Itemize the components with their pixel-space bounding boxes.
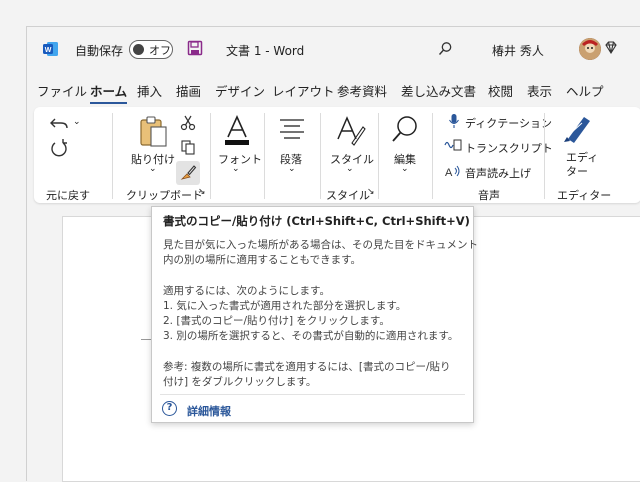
user-avatar[interactable]: [579, 38, 601, 60]
group-separator: [432, 113, 433, 199]
avatar-image: [579, 38, 601, 60]
tab-mailings[interactable]: 差し込み文書: [401, 81, 476, 100]
transcribe-label[interactable]: トランスクリプト: [465, 140, 553, 156]
editor-group-label: エディター: [557, 189, 612, 202]
cut-scissors-icon[interactable]: [180, 115, 196, 131]
tooltip-step-1: 1. 気に入った書式が適用された部分を選択します。: [163, 300, 407, 312]
autosave-toggle[interactable]: オフ: [129, 40, 173, 59]
group-separator: [210, 113, 211, 199]
tooltip-note-line2: 付け] をダブルクリックします。: [163, 376, 317, 388]
tab-references[interactable]: 参考資料: [337, 81, 387, 100]
paragraph-dropdown-chevron-icon[interactable]: ⌄: [288, 164, 296, 174]
edit-dropdown-chevron-icon[interactable]: ⌄: [401, 164, 409, 174]
tooltip-how-title: 適用するには、次のようにします。: [163, 285, 330, 297]
toggle-knob: [133, 44, 144, 55]
voice-group-label: 音声: [478, 189, 500, 202]
format-painter-tooltip: 書式のコピー/貼り付け (Ctrl+Shift+C, Ctrl+Shift+V)…: [151, 206, 478, 423]
editor-pen-icon[interactable]: [562, 113, 594, 145]
user-name[interactable]: 椿井 秀人: [492, 42, 544, 59]
tab-layout[interactable]: レイアウト: [272, 81, 335, 100]
tab-help[interactable]: ヘルプ: [566, 81, 604, 100]
tooltip-divider: [160, 394, 465, 395]
svg-text:A: A: [445, 167, 453, 178]
save-icon[interactable]: [187, 40, 203, 56]
tab-file[interactable]: ファイル: [37, 81, 87, 100]
tooltip-step-3: 3. 別の場所を選択すると、その書式が自動的に適用されます。: [163, 330, 459, 342]
tab-insert[interactable]: 挿入: [137, 81, 162, 100]
clipboard-launcher-icon[interactable]: ↘: [198, 187, 206, 197]
menu-bar: ファイル ホーム 挿入 描画 デザイン レイアウト 参考資料 差し込み文書 校閲…: [27, 77, 640, 104]
group-separator: [320, 113, 321, 199]
group-separator: [264, 113, 265, 199]
transcribe-icon[interactable]: [444, 138, 462, 152]
font-dropdown-chevron-icon[interactable]: ⌄: [232, 164, 240, 174]
autosave-label: 自動保存: [75, 44, 124, 58]
font-A-icon[interactable]: [222, 115, 252, 145]
tooltip-desc-line1: 見た目が気に入った場所がある場合は、その見た目をドキュメント: [163, 239, 478, 251]
microphone-icon[interactable]: [448, 113, 460, 129]
tab-design[interactable]: デザイン: [215, 81, 265, 100]
tooltip-note-line1: 参考: 複数の場所に書式を適用するには、[書式のコピー/貼り: [163, 361, 451, 373]
tooltip-step-2: 2. [書式のコピー/貼り付け] をクリックします。: [163, 315, 390, 327]
format-painter-brush-icon: [180, 165, 197, 180]
redo-icon[interactable]: [49, 139, 69, 159]
tab-review[interactable]: 校閲: [488, 81, 513, 100]
dictation-label[interactable]: ディクテーション: [465, 115, 552, 131]
style-group-label: スタイル: [326, 189, 370, 202]
diamond-premium-icon[interactable]: [603, 40, 619, 56]
group-separator: [378, 113, 379, 199]
format-painter-button[interactable]: [176, 161, 200, 185]
copy-icon[interactable]: [180, 139, 196, 155]
clipboard-group-label: クリップボード: [126, 189, 203, 202]
autosave-state: オフ: [149, 44, 171, 57]
read-aloud-label[interactable]: 音声読み上げ: [465, 165, 531, 181]
tooltip-desc-line2: 内の別の場所に適用することもできます。: [163, 254, 362, 266]
word-app-icon: W: [43, 42, 58, 56]
paragraph-lines-icon[interactable]: [278, 117, 306, 143]
styles-icon[interactable]: [334, 115, 366, 147]
tab-home[interactable]: ホーム: [90, 81, 128, 104]
help-question-icon: ?: [162, 401, 177, 416]
tab-view[interactable]: 表示: [527, 81, 552, 100]
more-info-link[interactable]: 詳細情報: [187, 403, 231, 419]
paste-clipboard-icon[interactable]: [138, 115, 170, 149]
group-separator: [112, 113, 113, 199]
undo-group-label: 元に戻す: [46, 189, 90, 202]
edit-search-icon[interactable]: [390, 115, 420, 145]
tooltip-title: 書式のコピー/貼り付け (Ctrl+Shift+C, Ctrl+Shift+V): [163, 214, 470, 228]
font-label[interactable]: フォント: [218, 151, 262, 167]
ribbon-home: ⌄ 元に戻す 貼り付け ⌄ クリップボード ↘ フォント ⌄ 段落 ⌄ スタイル…: [34, 107, 640, 203]
search-icon[interactable]: [437, 41, 453, 57]
svg-text:W: W: [45, 47, 52, 54]
document-title: 文書 1 - Word: [226, 44, 305, 58]
title-bar: W 自動保存 オフ 文書 1 - Word 椿井 秀人: [27, 27, 640, 73]
editor-label[interactable]: エディ ター: [566, 151, 598, 179]
undo-icon[interactable]: [49, 115, 71, 133]
group-separator: [544, 113, 545, 199]
paste-dropdown-chevron-icon[interactable]: ⌄: [149, 164, 157, 174]
style-launcher-icon[interactable]: ↘: [367, 187, 375, 197]
undo-dropdown-chevron-icon[interactable]: ⌄: [73, 117, 81, 127]
read-aloud-icon[interactable]: A: [444, 164, 462, 178]
style-dropdown-chevron-icon[interactable]: ⌄: [346, 164, 354, 174]
tab-draw[interactable]: 描画: [176, 81, 201, 100]
